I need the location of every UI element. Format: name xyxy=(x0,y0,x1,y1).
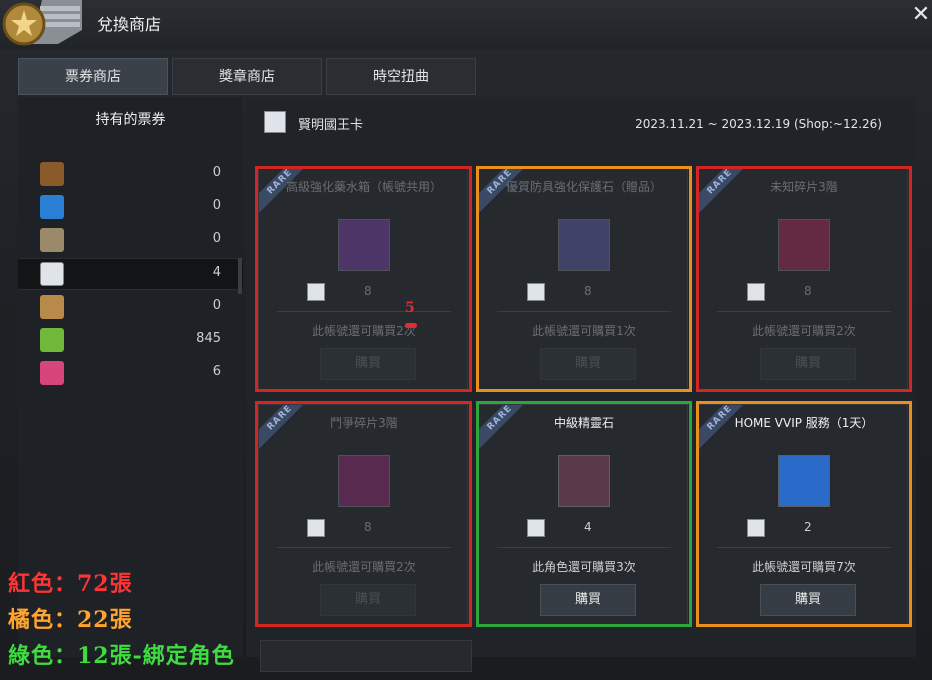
divider xyxy=(717,311,891,312)
item-name: 未知碎片3階 xyxy=(770,180,838,194)
ticket-row[interactable]: 0 xyxy=(18,225,243,255)
item-price: 8 xyxy=(364,284,372,298)
pink-ticket-icon xyxy=(40,361,64,385)
ticket-count: 0 xyxy=(212,231,221,246)
divider xyxy=(277,311,451,312)
close-icon[interactable]: ✕ xyxy=(910,4,932,26)
battle-shard-icon[interactable] xyxy=(338,455,390,507)
window-title: 兌換商店 xyxy=(97,15,162,34)
annotation-mark xyxy=(405,323,417,328)
owned-tickets-header: 持有的票券 xyxy=(95,112,166,128)
spirit-stone-icon[interactable] xyxy=(558,455,610,507)
ticket-row[interactable]: 0 xyxy=(18,192,243,222)
shop-item-card: RARE HOME VVIP 服務（1天） 2 此帳號還可購買7次 購買 xyxy=(698,404,908,626)
divider xyxy=(277,547,451,548)
buy-button[interactable]: 購買 xyxy=(320,584,416,616)
buy-button[interactable]: 購買 xyxy=(320,348,416,380)
item-name: 鬥爭碎片3階 xyxy=(330,416,398,430)
crown-ticket-icon xyxy=(307,519,325,537)
ticket-row[interactable]: 845 xyxy=(18,325,243,355)
shop-item-card: RARE 高級強化藥水箱（帳號共用） 8 此帳號還可購買2次 購買 xyxy=(258,168,468,390)
purchase-limit: 此帳號還可購買2次 xyxy=(312,560,416,574)
shop-item-card: RARE 中級精靈石 4 此角色還可購買3次 購買 xyxy=(478,404,688,626)
crown-ticket-icon xyxy=(264,111,286,133)
ticket-row-selected[interactable]: 4 xyxy=(18,258,243,290)
divider xyxy=(717,547,891,548)
ticket-row[interactable]: 0 xyxy=(18,159,243,189)
crown-ticket-icon xyxy=(307,283,325,301)
item-price: 8 xyxy=(584,284,592,298)
shop-window: 兌換商店 ✕ 票券商店 獎章商店 時空扭曲 持有的票券 0 0 0 4 0 84… xyxy=(0,0,932,680)
purchase-limit: 此帳號還可購買2次 xyxy=(312,324,416,338)
buy-button[interactable]: 購買 xyxy=(540,348,636,380)
ticket-count: 845 xyxy=(196,331,221,346)
tab-ticket-shop[interactable]: 票券商店 xyxy=(18,58,168,95)
item-price: 8 xyxy=(804,284,812,298)
buy-button[interactable]: 購買 xyxy=(760,348,856,380)
divider xyxy=(497,311,671,312)
legend-orange: 橘色：22張 xyxy=(8,607,133,633)
item-name: 中級精靈石 xyxy=(553,416,614,430)
shop-title: 賢明國王卡 xyxy=(298,118,364,133)
crown-ticket-icon xyxy=(527,283,545,301)
item-name: HOME VVIP 服務（1天） xyxy=(734,416,874,430)
item-name: 高級強化藥水箱（帳號共用） xyxy=(285,180,442,194)
purchase-limit: 此帳號還可購買1次 xyxy=(532,324,636,338)
purchase-limit: 此帳號還可購買7次 xyxy=(752,560,856,574)
blue-ticket-icon xyxy=(40,195,64,219)
today-ticket-icon xyxy=(40,328,64,352)
ticket-row[interactable]: 0 xyxy=(18,292,243,322)
capsule-icon[interactable] xyxy=(778,455,830,507)
item-name: 優質防具強化保護石（贈品） xyxy=(505,180,662,194)
item-price: 2 xyxy=(804,520,812,534)
shop-date-range: 2023.11.21 ~ 2023.12.19 (Shop:~12.26) xyxy=(635,117,882,131)
crown-ticket-icon xyxy=(747,283,765,301)
scrollbar[interactable] xyxy=(238,258,242,294)
item-price: 8 xyxy=(364,520,372,534)
shop-item-card: RARE 鬥爭碎片3階 8 此帳號還可購買2次 購買 xyxy=(258,404,468,626)
potion-box-icon[interactable] xyxy=(338,219,390,271)
legend-green: 綠色：12張-綁定角色 xyxy=(8,643,235,669)
purchase-limit: 此帳號還可購買2次 xyxy=(752,324,856,338)
divider xyxy=(497,547,671,548)
shop-emblem-icon xyxy=(2,0,82,46)
protection-stone-icon[interactable] xyxy=(558,219,610,271)
buy-button[interactable]: 購買 xyxy=(760,584,856,616)
legend-red: 紅色：72張 xyxy=(8,571,133,597)
ticket-row[interactable]: 6 xyxy=(18,358,243,388)
title-bar: 兌換商店 ✕ xyxy=(0,0,932,50)
ticket-count: 4 xyxy=(212,265,221,280)
tab-time-warp[interactable]: 時空扭曲 xyxy=(326,58,476,95)
ticket-count: 6 xyxy=(212,364,221,379)
ticket-count: 0 xyxy=(212,298,221,313)
ticket-count: 0 xyxy=(212,198,221,213)
annotation-number: 5 xyxy=(405,300,415,316)
purchase-limit: 此角色還可購買3次 xyxy=(532,560,636,574)
gift-ticket-icon xyxy=(40,295,64,319)
crown-ticket-icon xyxy=(747,519,765,537)
hat-ticket-icon xyxy=(40,228,64,252)
item-price: 4 xyxy=(584,520,592,534)
tab-medal-shop[interactable]: 獎章商店 xyxy=(172,58,322,95)
shop-item-card: RARE 未知碎片3階 8 此帳號還可購買2次 購買 xyxy=(698,168,908,390)
buy-button[interactable]: 購買 xyxy=(540,584,636,616)
acorn-ticket-icon xyxy=(40,162,64,186)
shop-item-card: RARE 優質防具強化保護石（贈品） 8 此帳號還可購買1次 購買 xyxy=(478,168,688,390)
shop-item-card-partial xyxy=(260,640,472,672)
ticket-count: 0 xyxy=(212,165,221,180)
crown-ticket-icon xyxy=(527,519,545,537)
unknown-shard-icon[interactable] xyxy=(778,219,830,271)
shop-header: 賢明國王卡 2023.11.21 ~ 2023.12.19 (Shop:~12.… xyxy=(246,97,916,149)
crown-ticket-icon xyxy=(40,262,64,286)
